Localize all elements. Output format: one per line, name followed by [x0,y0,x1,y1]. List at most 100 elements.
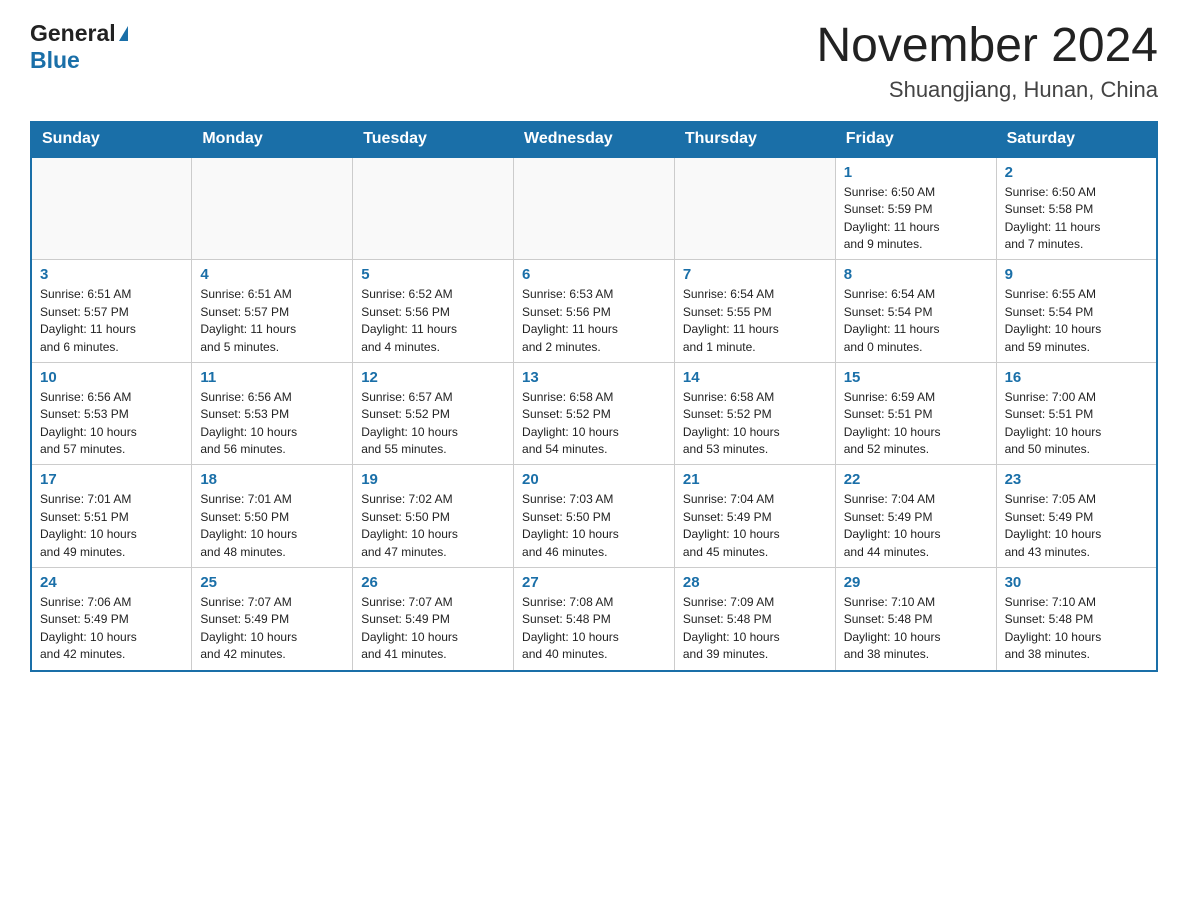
weekday-header-sunday: Sunday [31,121,192,157]
calendar-day: 3 Sunrise: 6:51 AM Sunset: 5:57 PM Daylig… [31,260,192,363]
calendar-day: 18 Sunrise: 7:01 AM Sunset: 5:50 PM Dayli… [192,465,353,568]
day-info: Sunrise: 6:51 AM Sunset: 5:57 PM Dayligh… [40,286,183,356]
day-number: 12 [361,369,505,386]
calendar-table: SundayMondayTuesdayWednesdayThursdayFrid… [30,121,1158,672]
calendar-day: 27 Sunrise: 7:08 AM Sunset: 5:48 PM Dayli… [514,568,675,671]
logo: General Blue [30,20,128,74]
day-info: Sunrise: 7:07 AM Sunset: 5:49 PM Dayligh… [361,594,505,664]
day-info: Sunrise: 7:04 AM Sunset: 5:49 PM Dayligh… [683,491,827,561]
calendar-day: 11 Sunrise: 6:56 AM Sunset: 5:53 PM Dayli… [192,362,353,465]
day-info: Sunrise: 6:59 AM Sunset: 5:51 PM Dayligh… [844,389,988,459]
day-info: Sunrise: 6:56 AM Sunset: 5:53 PM Dayligh… [200,389,344,459]
day-number: 4 [200,266,344,283]
calendar-title: November 2024 [816,20,1158,73]
calendar-day: 6 Sunrise: 6:53 AM Sunset: 5:56 PM Daylig… [514,260,675,363]
day-number: 10 [40,369,183,386]
title-block: November 2024 Shuangjiang, Hunan, China [816,20,1158,103]
weekday-header-wednesday: Wednesday [514,121,675,157]
empty-cell [514,157,675,260]
day-info: Sunrise: 7:04 AM Sunset: 5:49 PM Dayligh… [844,491,988,561]
calendar-day: 7 Sunrise: 6:54 AM Sunset: 5:55 PM Daylig… [674,260,835,363]
day-info: Sunrise: 6:55 AM Sunset: 5:54 PM Dayligh… [1005,286,1148,356]
calendar-day: 29 Sunrise: 7:10 AM Sunset: 5:48 PM Dayli… [835,568,996,671]
day-info: Sunrise: 7:05 AM Sunset: 5:49 PM Dayligh… [1005,491,1148,561]
calendar-subtitle: Shuangjiang, Hunan, China [816,77,1158,103]
weekday-header-friday: Friday [835,121,996,157]
day-number: 24 [40,574,183,591]
day-info: Sunrise: 6:58 AM Sunset: 5:52 PM Dayligh… [683,389,827,459]
calendar-week-row: 24 Sunrise: 7:06 AM Sunset: 5:49 PM Dayli… [31,568,1157,671]
day-number: 14 [683,369,827,386]
day-info: Sunrise: 6:50 AM Sunset: 5:59 PM Dayligh… [844,184,988,254]
day-info: Sunrise: 7:10 AM Sunset: 5:48 PM Dayligh… [1005,594,1148,664]
day-info: Sunrise: 7:02 AM Sunset: 5:50 PM Dayligh… [361,491,505,561]
day-info: Sunrise: 7:03 AM Sunset: 5:50 PM Dayligh… [522,491,666,561]
calendar-day: 15 Sunrise: 6:59 AM Sunset: 5:51 PM Dayli… [835,362,996,465]
calendar-day: 10Sunrise: 6:56 AM Sunset: 5:53 PM Dayli… [31,362,192,465]
empty-cell [353,157,514,260]
day-number: 27 [522,574,666,591]
day-info: Sunrise: 7:00 AM Sunset: 5:51 PM Dayligh… [1005,389,1148,459]
day-info: Sunrise: 7:06 AM Sunset: 5:49 PM Dayligh… [40,594,183,664]
day-info: Sunrise: 6:54 AM Sunset: 5:55 PM Dayligh… [683,286,827,356]
calendar-week-row: 10 Sunrise: 6:56 AM Sunset: 5:53 PM Dayli… [31,362,1157,465]
day-number: 3 [40,266,183,283]
weekday-header-tuesday: Tuesday [353,121,514,157]
day-info: Sunrise: 6:52 AM Sunset: 5:56 PM Dayligh… [361,286,505,356]
calendar-week-row: 3 Sunrise: 6:51 AM Sunset: 5:57 PM Daylig… [31,260,1157,363]
weekday-header-saturday: Saturday [996,121,1157,157]
calendar-day: 21Sunrise: 7:04 AM Sunset: 5:49 PM Dayli… [674,465,835,568]
day-number: 8 [844,266,988,283]
day-info: Sunrise: 7:07 AM Sunset: 5:49 PM Dayligh… [200,594,344,664]
empty-cell [674,157,835,260]
day-info: Sunrise: 7:08 AM Sunset: 5:48 PM Dayligh… [522,594,666,664]
day-number: 1 [844,164,988,181]
calendar-day: 26 Sunrise: 7:07 AM Sunset: 5:49 PM Dayli… [353,568,514,671]
calendar-day: 24 Sunrise: 7:06 AM Sunset: 5:49 PM Dayli… [31,568,192,671]
day-number: 5 [361,266,505,283]
day-number: 26 [361,574,505,591]
weekday-header-thursday: Thursday [674,121,835,157]
calendar-day: 5 Sunrise: 6:52 AM Sunset: 5:56 PM Daylig… [353,260,514,363]
day-number: 15 [844,369,988,386]
day-info: Sunrise: 6:53 AM Sunset: 5:56 PM Dayligh… [522,286,666,356]
day-number: 20 [522,471,666,488]
day-number: 17 [40,471,183,488]
calendar-day: 30 Sunrise: 7:10 AM Sunset: 5:48 PM Dayli… [996,568,1157,671]
day-number: 18 [200,471,344,488]
day-number: 6 [522,266,666,283]
logo-triangle-icon [119,26,128,41]
day-info: Sunrise: 7:10 AM Sunset: 5:48 PM Dayligh… [844,594,988,664]
calendar-week-row: 17 Sunrise: 7:01 AM Sunset: 5:51 PM Dayli… [31,465,1157,568]
day-number: 22 [844,471,988,488]
calendar-day: 17 Sunrise: 7:01 AM Sunset: 5:51 PM Dayli… [31,465,192,568]
page-header: General Blue November 2024 Shuangjiang, … [30,20,1158,103]
day-number: 25 [200,574,344,591]
day-info: Sunrise: 6:54 AM Sunset: 5:54 PM Dayligh… [844,286,988,356]
day-number: 29 [844,574,988,591]
calendar-week-row: 1 Sunrise: 6:50 AM Sunset: 5:59 PM Daylig… [31,157,1157,260]
calendar-day: 4 Sunrise: 6:51 AM Sunset: 5:57 PM Daylig… [192,260,353,363]
calendar-day: 1 Sunrise: 6:50 AM Sunset: 5:59 PM Daylig… [835,157,996,260]
day-info: Sunrise: 7:01 AM Sunset: 5:50 PM Dayligh… [200,491,344,561]
day-number: 23 [1005,471,1148,488]
logo-general-text: General [30,20,116,47]
calendar-day: 9Sunrise: 6:55 AM Sunset: 5:54 PM Daylig… [996,260,1157,363]
logo-blue-text: Blue [30,47,80,73]
calendar-day: 22 Sunrise: 7:04 AM Sunset: 5:49 PM Dayli… [835,465,996,568]
day-number: 30 [1005,574,1148,591]
calendar-day: 16Sunrise: 7:00 AM Sunset: 5:51 PM Dayli… [996,362,1157,465]
day-number: 7 [683,266,827,283]
day-info: Sunrise: 6:50 AM Sunset: 5:58 PM Dayligh… [1005,184,1148,254]
day-number: 13 [522,369,666,386]
calendar-day: 25 Sunrise: 7:07 AM Sunset: 5:49 PM Dayli… [192,568,353,671]
calendar-day: 20 Sunrise: 7:03 AM Sunset: 5:50 PM Dayli… [514,465,675,568]
day-info: Sunrise: 6:58 AM Sunset: 5:52 PM Dayligh… [522,389,666,459]
weekday-header-row: SundayMondayTuesdayWednesdayThursdayFrid… [31,121,1157,157]
calendar-day: 23 Sunrise: 7:05 AM Sunset: 5:49 PM Dayli… [996,465,1157,568]
empty-cell [31,157,192,260]
day-info: Sunrise: 6:51 AM Sunset: 5:57 PM Dayligh… [200,286,344,356]
day-info: Sunrise: 7:01 AM Sunset: 5:51 PM Dayligh… [40,491,183,561]
day-number: 11 [200,369,344,386]
calendar-day: 12Sunrise: 6:57 AM Sunset: 5:52 PM Dayli… [353,362,514,465]
